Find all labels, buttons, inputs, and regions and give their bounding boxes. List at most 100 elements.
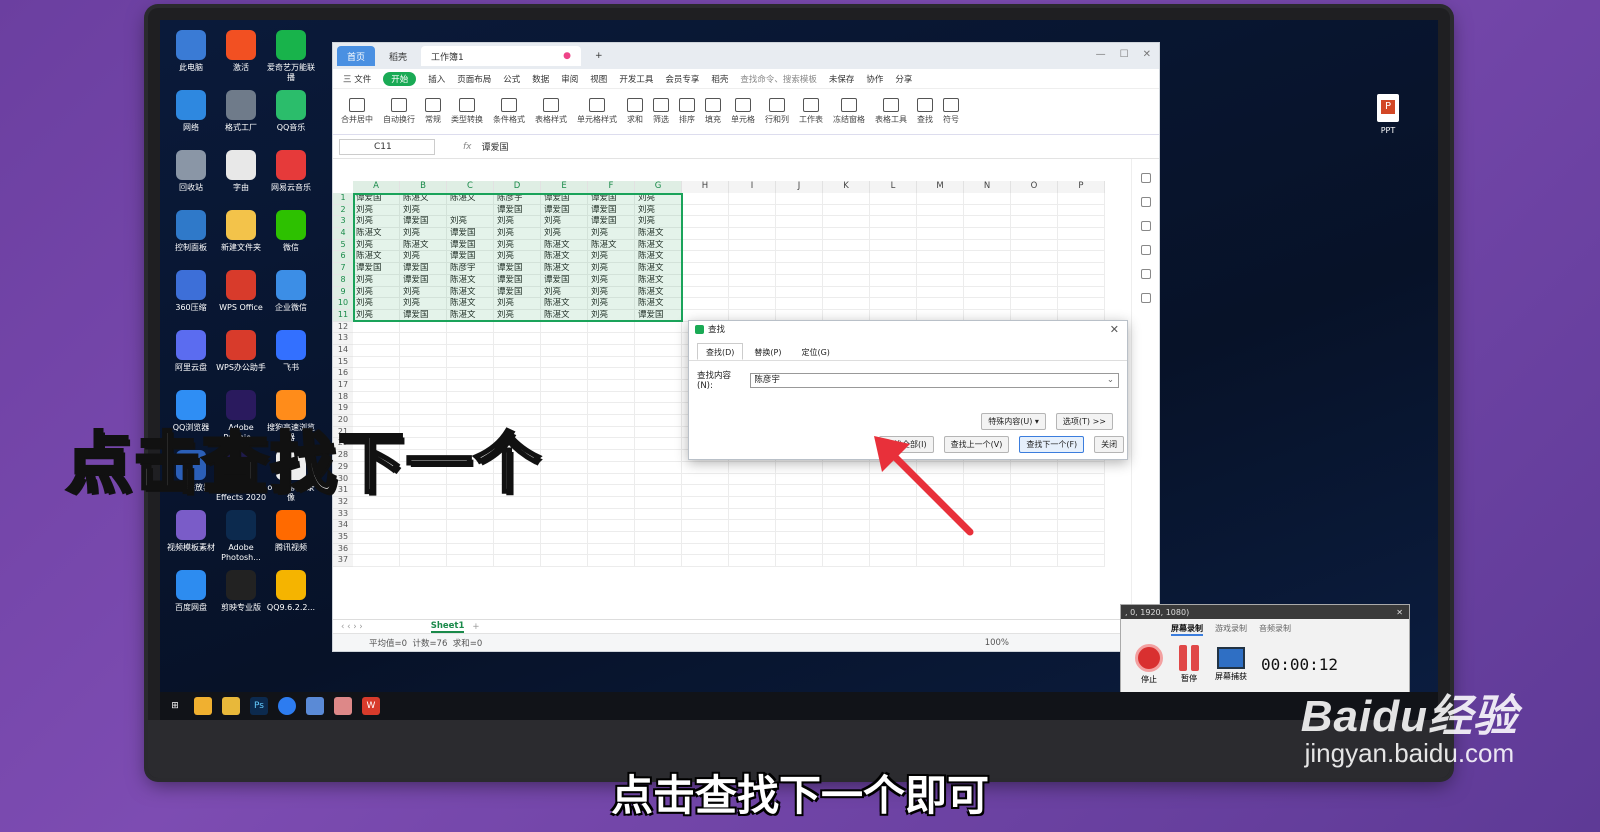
cell[interactable]: 谭爱国 <box>400 263 447 275</box>
cell[interactable]: 陈湛文 <box>447 286 494 299</box>
cell[interactable] <box>964 485 1011 497</box>
ribbon-button[interactable]: 行和列 <box>765 98 789 125</box>
cell[interactable] <box>682 555 729 567</box>
cell[interactable] <box>964 531 1011 544</box>
cell[interactable] <box>729 543 776 556</box>
cell[interactable] <box>917 520 964 532</box>
cell[interactable] <box>682 531 729 544</box>
cell[interactable]: 谭爱国 <box>635 309 682 322</box>
cell[interactable]: 刘亮 <box>353 298 400 310</box>
cell[interactable] <box>729 228 776 240</box>
cell[interactable]: 谭爱国 <box>494 286 541 299</box>
cell[interactable]: 刘亮 <box>588 309 635 322</box>
cell[interactable] <box>588 450 635 462</box>
sheet-tab[interactable]: Sheet1 <box>430 621 465 633</box>
cell[interactable] <box>635 333 682 345</box>
ribbon-button[interactable]: 常规 <box>425 98 441 125</box>
cell[interactable] <box>776 531 823 544</box>
cell[interactable]: 陈湛文 <box>635 298 682 310</box>
cell[interactable] <box>917 473 964 486</box>
cell[interactable] <box>541 344 588 357</box>
desktop-icon[interactable]: 新建文件夹 <box>214 210 268 253</box>
row-header[interactable]: 15 <box>333 356 353 369</box>
cell[interactable] <box>729 473 776 486</box>
cell[interactable]: 刘亮 <box>353 274 400 287</box>
cell[interactable] <box>494 508 541 521</box>
cell[interactable]: 刘亮 <box>400 251 447 264</box>
add-sheet-button[interactable]: + <box>472 622 479 632</box>
row-header[interactable]: 5 <box>333 239 353 252</box>
cell[interactable] <box>400 380 447 392</box>
cell[interactable] <box>635 485 682 497</box>
cell[interactable] <box>776 239 823 252</box>
cell[interactable] <box>964 461 1011 474</box>
cell[interactable]: 谭爱国 <box>353 193 400 205</box>
name-box[interactable]: C11 <box>339 138 435 155</box>
cell[interactable]: 陈湛文 <box>588 239 635 252</box>
desktop-icon[interactable]: 回收站 <box>164 150 218 193</box>
cell[interactable]: 谭爱国 <box>400 216 447 229</box>
cell[interactable] <box>682 298 729 310</box>
cell[interactable]: 刘亮 <box>541 228 588 240</box>
cell[interactable] <box>776 461 823 474</box>
cell[interactable] <box>870 274 917 287</box>
row-header[interactable]: 18 <box>333 391 353 404</box>
column-header[interactable]: C <box>447 181 494 193</box>
sheet-nav-icon[interactable]: ‹ ‹ › › <box>341 622 363 632</box>
cell[interactable] <box>1011 543 1058 556</box>
desktop-icon[interactable]: 视频模板素材 <box>164 510 218 553</box>
desktop-icon[interactable]: 网易云音乐 <box>264 150 318 193</box>
side-tool-icon[interactable] <box>1140 173 1151 183</box>
cell[interactable] <box>964 508 1011 521</box>
ribbon-button[interactable]: 自动换行 <box>383 98 415 125</box>
cell[interactable] <box>588 356 635 369</box>
desktop-icon[interactable]: 激活 <box>214 30 268 73</box>
menu-right-item[interactable]: 未保存 <box>829 73 855 85</box>
cell[interactable] <box>682 274 729 287</box>
side-tool-icon[interactable] <box>1140 269 1151 279</box>
cell[interactable]: 刘亮 <box>400 204 447 217</box>
ribbon-button[interactable]: 单元格样式 <box>577 98 617 125</box>
cell[interactable]: 陈湛文 <box>447 193 494 205</box>
cell[interactable] <box>823 193 870 205</box>
cell[interactable]: 刘亮 <box>635 204 682 217</box>
cell[interactable] <box>776 286 823 299</box>
column-header[interactable]: N <box>964 181 1011 193</box>
tab-screen-record[interactable]: 屏幕录制 <box>1171 623 1203 636</box>
cell[interactable] <box>729 555 776 567</box>
cell[interactable] <box>1011 461 1058 474</box>
row-header[interactable]: 6 <box>333 251 353 264</box>
cell[interactable] <box>776 508 823 521</box>
menu-item[interactable]: 会员专享 <box>665 73 699 85</box>
stop-button[interactable]: 停止 <box>1135 644 1163 685</box>
cell[interactable] <box>682 216 729 229</box>
cell[interactable]: 谭爱国 <box>588 204 635 217</box>
column-header[interactable]: H <box>682 181 729 193</box>
cell[interactable] <box>541 438 588 451</box>
cell[interactable] <box>541 485 588 497</box>
cell[interactable]: 刘亮 <box>447 216 494 229</box>
cell[interactable] <box>823 228 870 240</box>
cell[interactable] <box>823 263 870 275</box>
cell[interactable]: 谭爱国 <box>447 251 494 264</box>
cell[interactable] <box>870 216 917 229</box>
cell[interactable] <box>1011 251 1058 264</box>
cell[interactable] <box>1011 239 1058 252</box>
tab-replace[interactable]: 替换(P) <box>745 343 790 360</box>
cell[interactable] <box>494 356 541 369</box>
tab-draft[interactable]: 稻壳 <box>379 46 417 66</box>
cell[interactable] <box>541 368 588 380</box>
cell[interactable]: 谭爱国 <box>400 274 447 287</box>
cell[interactable] <box>870 555 917 567</box>
cell[interactable] <box>1011 228 1058 240</box>
cell[interactable] <box>823 485 870 497</box>
cell[interactable]: 陈湛文 <box>541 251 588 264</box>
desktop-icon[interactable]: 控制面板 <box>164 210 218 253</box>
cell[interactable] <box>1011 286 1058 299</box>
cell[interactable] <box>682 204 729 217</box>
desktop-icon[interactable]: 此电脑 <box>164 30 218 73</box>
cell[interactable] <box>588 555 635 567</box>
cell[interactable] <box>353 391 400 404</box>
cell[interactable] <box>729 251 776 264</box>
cell[interactable] <box>964 473 1011 486</box>
